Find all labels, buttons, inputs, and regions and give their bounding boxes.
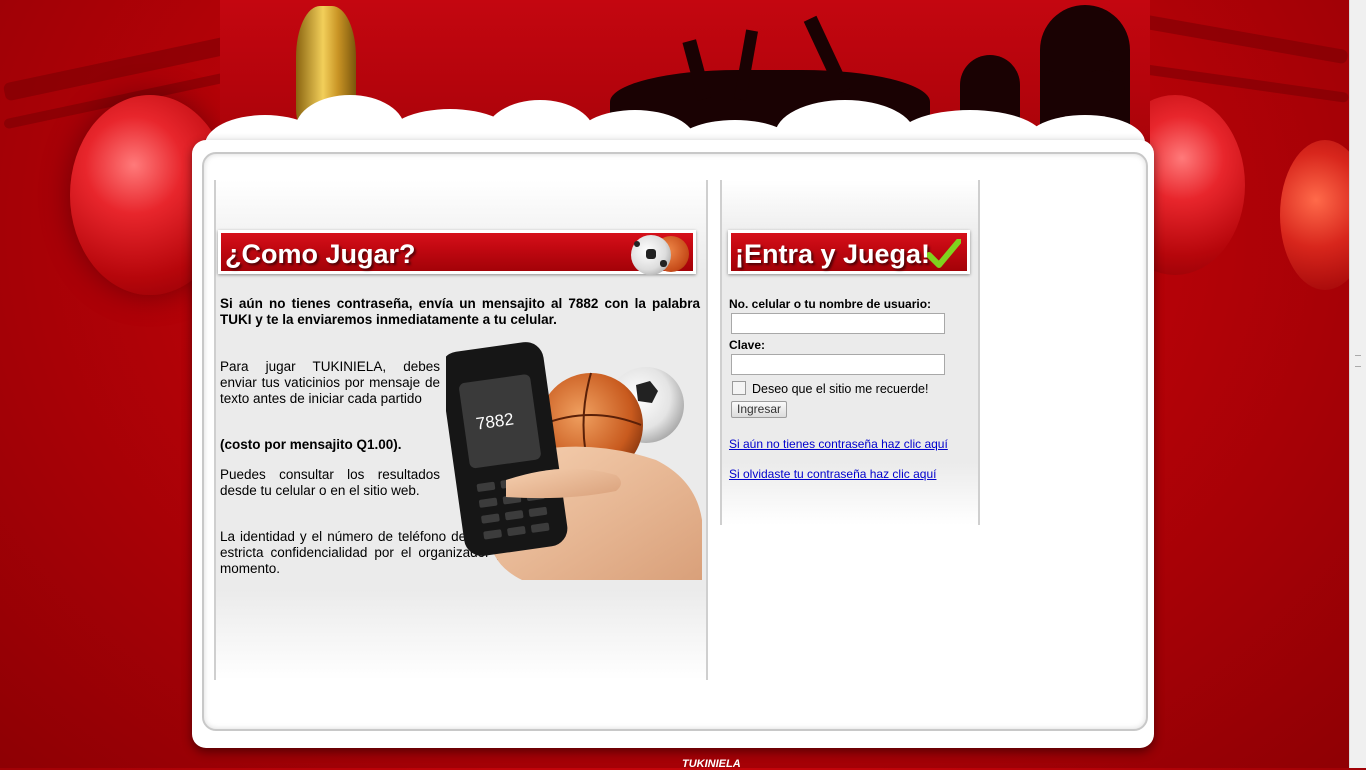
login-title: ¡Entra y Juega! bbox=[735, 239, 931, 269]
remember-me-row[interactable]: Deseo que el sitio me recuerde! bbox=[732, 381, 928, 396]
login-submit-button[interactable]: Ingresar bbox=[731, 401, 788, 418]
how-to-play-title: ¿Como Jugar? bbox=[225, 239, 416, 269]
username-input[interactable] bbox=[731, 313, 945, 334]
forgot-password-link[interactable]: Si olvidaste tu contraseña haz clic aquí bbox=[729, 467, 936, 481]
remember-me-checkbox[interactable] bbox=[732, 381, 746, 395]
password-label: Clave: bbox=[729, 338, 766, 352]
checkmark-icon bbox=[927, 239, 961, 268]
password-input[interactable] bbox=[731, 354, 945, 375]
phone-in-hand-illustration: 7882 bbox=[446, 342, 702, 580]
footer-logo: TUKINIELA bbox=[682, 758, 741, 770]
basketball-right-decoration bbox=[1280, 140, 1350, 290]
vertical-scrollbar[interactable] bbox=[1349, 0, 1366, 768]
paragraph-rules: Para jugar TUKINIELA, debes enviar tus v… bbox=[220, 359, 440, 406]
how-to-play-header: ¿Como Jugar? bbox=[218, 230, 696, 275]
username-label: No. celular o tu nombre de usuario: bbox=[729, 297, 932, 311]
register-link[interactable]: Si aún no tienes contraseña haz clic aqu… bbox=[729, 437, 948, 451]
intro-text: Si aún no tienes contraseña, envía un me… bbox=[220, 296, 700, 327]
soccer-ball-icon bbox=[631, 235, 671, 275]
paragraph-results: Puedes consultar los resultados desde tu… bbox=[220, 467, 440, 498]
paragraph-cost: (costo por mensajito Q1.00). bbox=[220, 437, 402, 452]
scrollbar-grip-icon bbox=[1355, 355, 1361, 367]
login-header: ¡Entra y Juega! bbox=[728, 230, 970, 274]
remember-me-label: Deseo que el sitio me recuerde! bbox=[752, 382, 929, 396]
